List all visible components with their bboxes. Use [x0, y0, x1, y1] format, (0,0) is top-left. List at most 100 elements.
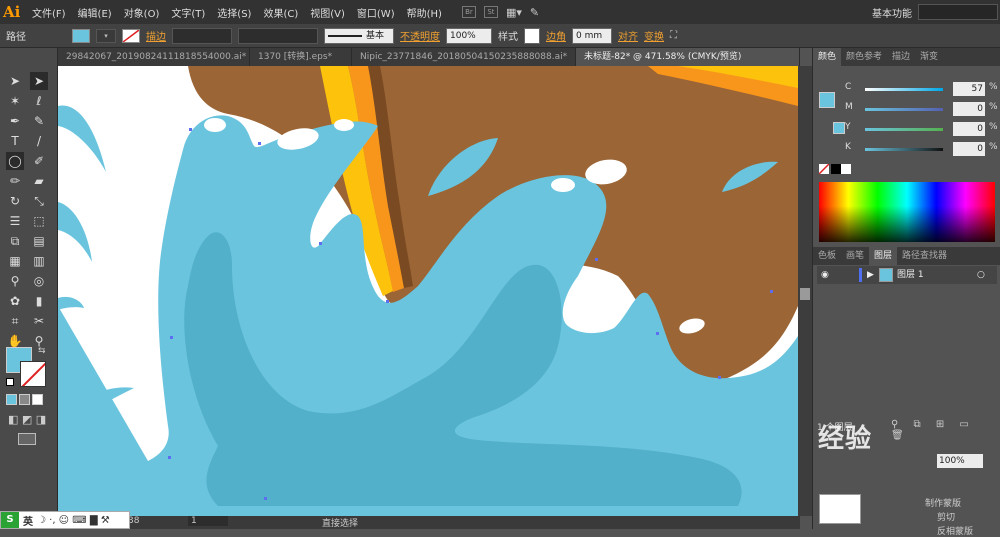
fill-dropdown[interactable]: ▾	[96, 28, 116, 43]
tab-color[interactable]: 颜色	[813, 48, 842, 66]
direct-selection-tool-icon[interactable]: ➤	[30, 72, 48, 90]
scale-icon[interactable]: ⤡	[30, 192, 48, 210]
perspective-grid-icon[interactable]: ▤	[30, 232, 48, 250]
brush-definition-field[interactable]: 基本	[324, 27, 394, 44]
symbol-sprayer-icon[interactable]: ✿	[6, 292, 24, 310]
artboard-canvas[interactable]	[58, 66, 798, 516]
tab-stroke[interactable]: 描边	[887, 48, 915, 66]
align-link[interactable]: 对齐	[618, 28, 638, 43]
magic-wand-icon[interactable]: ✶	[6, 92, 24, 110]
menu-effect[interactable]: 效果(C)	[257, 5, 304, 20]
slice-icon[interactable]: ✂	[30, 312, 48, 330]
shape-builder-icon[interactable]: ⧉	[6, 232, 24, 250]
corner-radius-field[interactable]: 0 mm	[572, 27, 612, 44]
warp-icon[interactable]: ☰	[6, 212, 24, 230]
color-spectrum[interactable]	[819, 182, 995, 242]
artboard-icon[interactable]: ⌗	[6, 312, 24, 330]
tab-pathfinder[interactable]: 路径查找器	[897, 247, 952, 265]
yellow-value[interactable]: 0	[953, 122, 985, 136]
cyan-slider[interactable]	[865, 88, 943, 91]
draw-mode-icon[interactable]: ◧ ◩ ◨	[8, 413, 46, 426]
stroke-color-box[interactable]	[20, 361, 46, 387]
ellipse-tool-icon[interactable]: ◯	[6, 152, 24, 170]
white-swatch[interactable]	[841, 164, 851, 174]
tab-gradient[interactable]: 渐变	[915, 48, 943, 66]
isolate-icon[interactable]: ⛶	[670, 30, 677, 41]
rotate-icon[interactable]: ↻	[6, 192, 24, 210]
clip-label[interactable]: 剪切	[937, 510, 955, 523]
menu-type[interactable]: 文字(T)	[165, 5, 211, 20]
workspace-switcher[interactable]: 基本功能	[872, 5, 912, 20]
menu-window[interactable]: 窗口(W)	[351, 5, 401, 20]
vertical-scrollbar[interactable]	[798, 66, 812, 516]
none-swatch[interactable]	[818, 163, 830, 175]
color-mode-buttons[interactable]	[6, 394, 43, 405]
line-tool-icon[interactable]: /	[30, 132, 48, 150]
ime-logo-icon[interactable]: S	[1, 512, 19, 528]
visibility-eye-icon[interactable]: ◉	[821, 266, 829, 284]
cyan-value[interactable]: 57	[953, 82, 985, 96]
free-transform-icon[interactable]: ⬚	[30, 212, 48, 230]
eraser-icon[interactable]: ▰	[30, 172, 48, 190]
arrange-documents-icon[interactable]: ▦▾	[506, 6, 522, 19]
lasso-icon[interactable]: ℓ	[30, 92, 48, 110]
gradient-icon[interactable]: ▥	[30, 252, 48, 270]
variable-width-field[interactable]	[238, 27, 318, 44]
graph-tool-icon[interactable]: ▮	[30, 292, 48, 310]
tab-doc-2[interactable]: 1370 [转换].eps*	[250, 48, 352, 66]
target-icon[interactable]: ○	[977, 266, 985, 284]
graphic-style-swatch[interactable]	[524, 27, 540, 44]
transform-link[interactable]: 变换	[644, 28, 664, 43]
tab-doc-3[interactable]: Nipic_23771846_20180504150235888088.ai*	[352, 48, 576, 66]
mesh-icon[interactable]: ▦	[6, 252, 24, 270]
menu-object[interactable]: 对象(O)	[118, 5, 166, 20]
stroke-swatch[interactable]	[122, 28, 140, 43]
help-search-input[interactable]	[918, 4, 998, 20]
panel-fill-swatch[interactable]	[819, 92, 835, 108]
bridge-icon[interactable]: Br	[461, 6, 476, 18]
menu-select[interactable]: 选择(S)	[211, 5, 257, 20]
scroll-thumb[interactable]	[800, 288, 810, 300]
layer-row[interactable]: ◉ ▶ 图层 1 ○	[817, 266, 997, 284]
magenta-slider[interactable]	[865, 108, 943, 111]
tab-color-guide[interactable]: 颜色参考	[841, 48, 887, 66]
stock-icon[interactable]: St	[483, 6, 498, 18]
pen-tool-icon[interactable]: ✒	[6, 112, 24, 130]
make-mask-button[interactable]: 制作蒙版	[925, 496, 961, 509]
bottom-panel-opacity[interactable]: 100%	[937, 454, 983, 468]
pencil-icon[interactable]: ✏	[6, 172, 24, 190]
expand-arrow-icon[interactable]: ▶	[867, 266, 874, 284]
menu-view[interactable]: 视图(V)	[304, 5, 351, 20]
layer-name[interactable]: 图层 1	[897, 266, 924, 284]
corner-link[interactable]: 边角	[546, 28, 566, 43]
black-swatch[interactable]	[831, 164, 841, 174]
stroke-weight-field[interactable]	[172, 27, 232, 44]
stroke-link[interactable]: 描边	[146, 28, 166, 43]
black-value[interactable]: 0	[953, 142, 985, 156]
yellow-slider[interactable]	[865, 128, 943, 131]
tab-doc-1[interactable]: 29842067_20190824111818554000.ai*	[58, 48, 250, 66]
tab-brushes[interactable]: 画笔	[841, 247, 869, 265]
blend-icon[interactable]: ◎	[30, 272, 48, 290]
menu-help[interactable]: 帮助(H)	[401, 5, 448, 20]
panel-stroke-swatch[interactable]	[833, 122, 845, 134]
invert-mask-label[interactable]: 反相蒙版	[937, 524, 973, 537]
fill-swatch[interactable]	[72, 28, 90, 43]
layers-footer-icons[interactable]: ⚲ ⧉ ⊞ ▭ 🗑	[891, 419, 1000, 441]
swap-colors-icon[interactable]: ⇆	[38, 346, 46, 356]
tab-doc-active[interactable]: 未标题-82* @ 471.58% (CMYK/预览)	[576, 48, 800, 66]
selection-tool-icon[interactable]: ➤	[6, 72, 24, 90]
artboard-nav-field[interactable]: 1	[188, 516, 228, 526]
tab-swatches[interactable]: 色板	[813, 247, 841, 265]
ime-language[interactable]: 英	[23, 513, 33, 528]
opacity-link[interactable]: 不透明度	[400, 28, 440, 43]
type-tool-icon[interactable]: T	[6, 132, 24, 150]
opacity-field[interactable]: 100%	[446, 27, 492, 44]
curvature-tool-icon[interactable]: ✎	[30, 112, 48, 130]
eyedropper-icon[interactable]: ⚲	[6, 272, 24, 290]
ime-icons[interactable]: ☽ ·, ☺ ⌨ ▇ ⚒	[37, 515, 110, 526]
magenta-value[interactable]: 0	[953, 102, 985, 116]
menu-edit[interactable]: 编辑(E)	[72, 5, 118, 20]
paintbrush-icon[interactable]: ✐	[30, 152, 48, 170]
screen-mode-icon[interactable]	[18, 433, 36, 445]
